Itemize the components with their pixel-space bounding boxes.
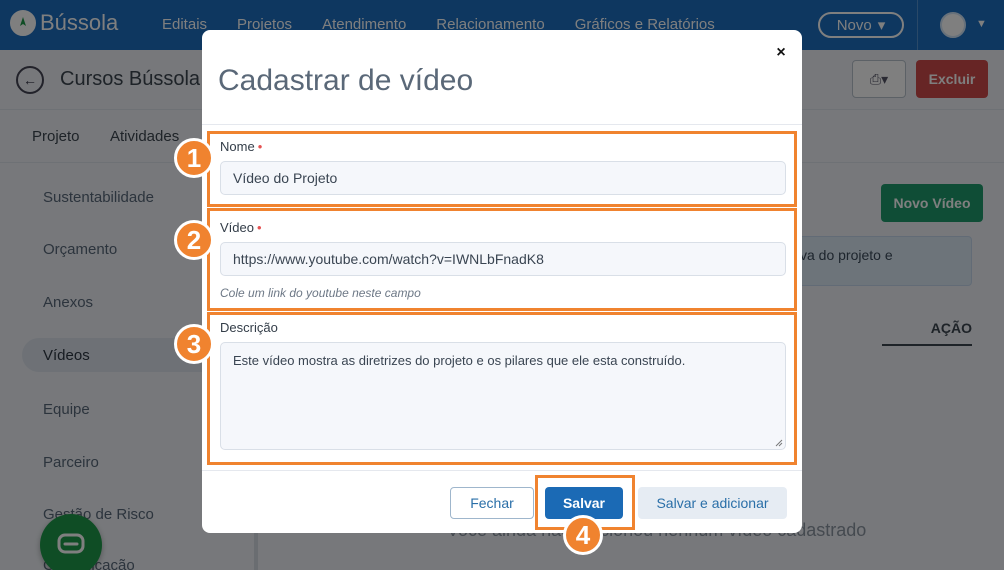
- salvar-adicionar-button[interactable]: Salvar e adicionar: [638, 487, 787, 519]
- close-icon[interactable]: ×: [772, 44, 790, 62]
- annotation-box-1: [207, 131, 797, 207]
- annotation-number-1: 1: [174, 138, 214, 178]
- annotation-box-2: [207, 208, 797, 311]
- modal-footer-divider: [202, 470, 802, 471]
- annotation-number-2: 2: [174, 220, 214, 260]
- modal-title: Cadastrar de vídeo: [218, 64, 474, 97]
- fechar-button[interactable]: Fechar: [450, 487, 534, 519]
- annotation-number-3: 3: [174, 324, 214, 364]
- annotation-box-3: [207, 312, 797, 465]
- modal-divider: [202, 124, 802, 125]
- annotation-number-4: 4: [563, 515, 603, 555]
